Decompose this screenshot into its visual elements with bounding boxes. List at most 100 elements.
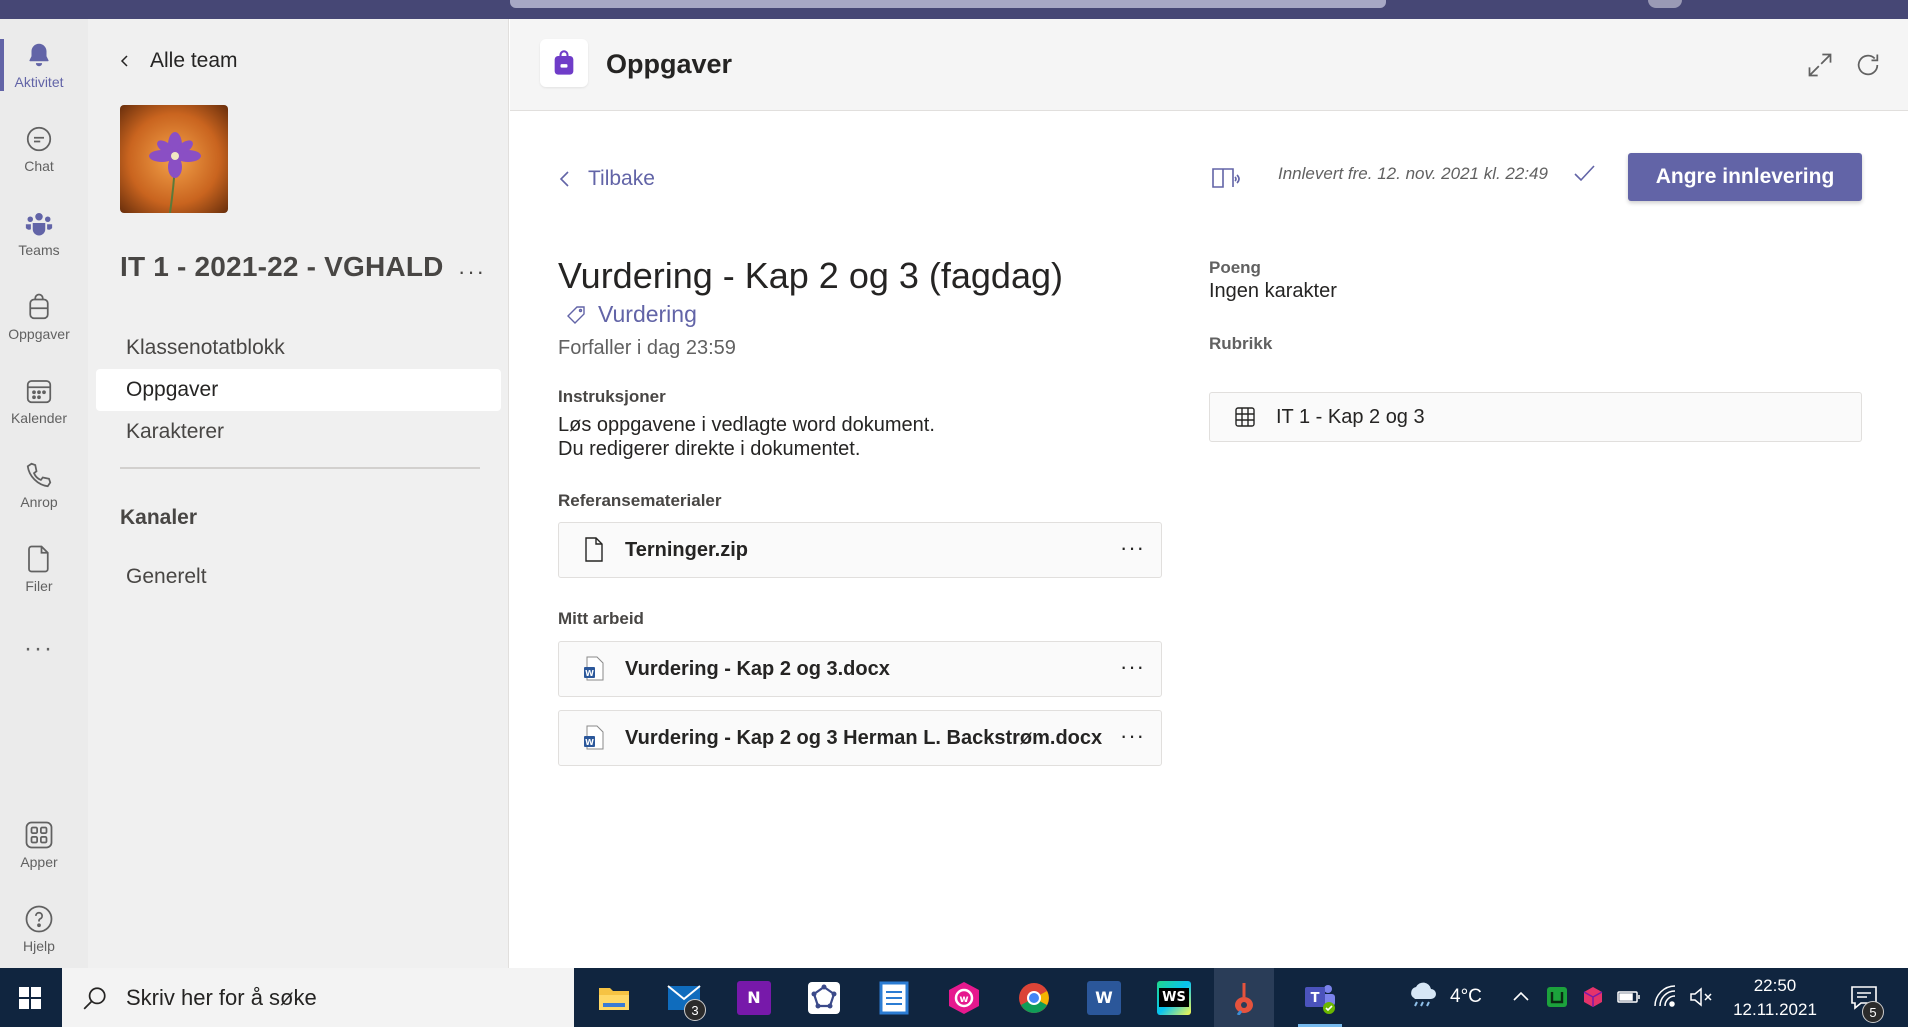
taskbar-chrome[interactable] xyxy=(1004,968,1064,1027)
help-icon xyxy=(25,905,53,933)
taskbar-notepad[interactable] xyxy=(864,968,924,1027)
rail-label: Anrop xyxy=(20,494,58,510)
notification-badge: 5 xyxy=(1862,1001,1884,1023)
instructions-label: Instruksjoner xyxy=(558,387,666,406)
nav-item-assignments[interactable]: Oppgaver xyxy=(96,369,501,411)
notification-center-button[interactable]: 5 xyxy=(1834,968,1894,1027)
tray-app-cube-icon[interactable] xyxy=(1580,984,1606,1010)
taskbar-app-pink[interactable]: w xyxy=(934,968,994,1027)
taskbar-teams[interactable]: T xyxy=(1290,968,1350,1027)
channels-heading: Kanaler xyxy=(120,506,198,529)
file-icon xyxy=(585,537,603,562)
rubric-name: IT 1 - Kap 2 og 3 xyxy=(1276,405,1425,428)
rail-label: Aktivitet xyxy=(14,74,64,90)
divider xyxy=(120,467,480,469)
points-value: Ingen karakter xyxy=(1209,280,1337,302)
nav-label: Oppgaver xyxy=(126,378,219,401)
start-button[interactable] xyxy=(0,968,60,1027)
guitar-app-icon xyxy=(1235,982,1253,1015)
chevron-up-icon[interactable] xyxy=(1508,984,1534,1010)
undo-submission-button[interactable]: Angre innlevering xyxy=(1628,153,1862,201)
tag-icon xyxy=(567,305,585,324)
tag-label: Vurdering xyxy=(598,301,697,327)
teams-app-icon: T xyxy=(1305,984,1335,1014)
taskbar-word[interactable]: W xyxy=(1074,968,1134,1027)
file-name: Vurdering - Kap 2 og 3.docx xyxy=(625,657,890,680)
channel-label: Generelt xyxy=(126,565,207,588)
pink-app-icon: w xyxy=(949,981,979,1014)
taskbar-onenote[interactable]: N xyxy=(724,968,784,1027)
tray-app-green-icon[interactable] xyxy=(1544,984,1570,1010)
expand-icon[interactable] xyxy=(1806,51,1834,79)
assignments-icon xyxy=(29,293,49,320)
table-icon xyxy=(1235,407,1255,427)
rail-label: Kalender xyxy=(10,410,68,426)
taskbar-clock[interactable]: 22:50 12.11.2021 xyxy=(1720,974,1830,1022)
instructions-line: Du redigerer direkte i dokumentet. xyxy=(558,438,861,460)
team-more-options[interactable]: ··· xyxy=(458,259,486,285)
my-work-file-card[interactable]: W Vurdering - Kap 2 og 3 Herman L. Backs… xyxy=(558,710,1162,766)
speaker-muted-icon[interactable] xyxy=(1688,984,1714,1010)
rail-item-teams[interactable]: Teams xyxy=(0,193,78,273)
file-more-options[interactable]: ··· xyxy=(1120,654,1145,680)
rail-item-assignments[interactable]: Oppgaver xyxy=(0,277,78,357)
points-label: Poeng xyxy=(1209,258,1261,277)
rail-item-calendar[interactable]: Kalender xyxy=(0,361,78,441)
file-more-options[interactable]: ··· xyxy=(1120,723,1145,749)
nav-label: Karakterer xyxy=(126,420,225,443)
phone-icon xyxy=(26,462,52,488)
nav-label: Klassenotatblokk xyxy=(126,336,285,359)
more-apps-button[interactable]: ··· xyxy=(0,609,78,689)
rail-label: Filer xyxy=(25,578,53,594)
rubric-card[interactable]: IT 1 - Kap 2 og 3 xyxy=(1209,392,1862,442)
chevron-left-icon xyxy=(120,55,128,67)
rail-item-calls[interactable]: Anrop xyxy=(0,445,78,525)
folder-icon xyxy=(599,987,629,1010)
app-rail: Aktivitet Chat Teams Oppgaver Kalender A… xyxy=(0,19,88,968)
chevron-left-icon xyxy=(559,171,569,187)
assignment-tag: Vurdering xyxy=(566,301,697,328)
taskbar-file-explorer[interactable] xyxy=(584,968,644,1027)
search-placeholder: Skriv her for å søke xyxy=(126,984,317,1010)
taskbar-mail[interactable]: 3 xyxy=(654,968,714,1027)
network-app-icon xyxy=(808,981,840,1014)
weather-temp: 4°C xyxy=(1450,986,1482,1007)
onenote-icon: N xyxy=(737,980,771,1015)
search-bar[interactable] xyxy=(510,0,1386,8)
taskbar-app-active[interactable] xyxy=(1214,968,1274,1027)
file-icon xyxy=(28,545,49,573)
calendar-icon xyxy=(26,380,52,404)
rail-item-files[interactable]: Filer xyxy=(0,529,78,609)
title-bar xyxy=(0,0,1908,19)
nav-item-class-notebook[interactable]: Klassenotatblokk xyxy=(96,327,501,369)
rail-label: Oppgaver xyxy=(8,326,70,342)
page-title: Oppgaver xyxy=(606,49,733,79)
weather-icon[interactable] xyxy=(1406,980,1440,1012)
rail-item-activity[interactable]: Aktivitet xyxy=(0,25,78,105)
rail-item-apps[interactable]: Apper xyxy=(0,805,78,885)
clock-time: 22:50 xyxy=(1753,976,1797,995)
back-link[interactable]: Tilbake xyxy=(558,167,655,191)
all-teams-back-link[interactable]: Alle team xyxy=(118,49,238,73)
battery-icon[interactable] xyxy=(1616,984,1642,1010)
rail-item-chat[interactable]: Chat xyxy=(0,109,78,189)
due-date: Forfaller i dag 23:59 xyxy=(558,337,736,359)
file-more-options[interactable]: ··· xyxy=(1120,535,1145,561)
immersive-reader-icon[interactable] xyxy=(1210,163,1240,193)
taskbar-app-circle[interactable] xyxy=(794,968,854,1027)
rail-item-help[interactable]: Hjelp xyxy=(0,889,78,969)
reference-file-card[interactable]: Terninger.zip ··· xyxy=(558,522,1162,578)
my-work-label: Mitt arbeid xyxy=(558,609,644,628)
clock-date: 12.11.2021 xyxy=(1733,1000,1817,1019)
webstorm-icon: WS xyxy=(1157,980,1191,1015)
my-work-file-card[interactable]: W Vurdering - Kap 2 og 3.docx ··· xyxy=(558,641,1162,697)
user-avatar[interactable] xyxy=(1648,0,1682,8)
taskbar-search-input[interactable]: Skriv her for å søke xyxy=(62,968,574,1027)
wifi-icon[interactable] xyxy=(1652,984,1678,1010)
channel-item-general[interactable]: Generelt xyxy=(96,556,501,598)
word-doc-icon: W xyxy=(584,725,604,750)
chrome-icon xyxy=(1019,982,1049,1013)
nav-item-grades[interactable]: Karakterer xyxy=(96,411,501,453)
taskbar-webstorm[interactable]: WS xyxy=(1144,968,1204,1027)
refresh-icon[interactable] xyxy=(1854,51,1882,79)
